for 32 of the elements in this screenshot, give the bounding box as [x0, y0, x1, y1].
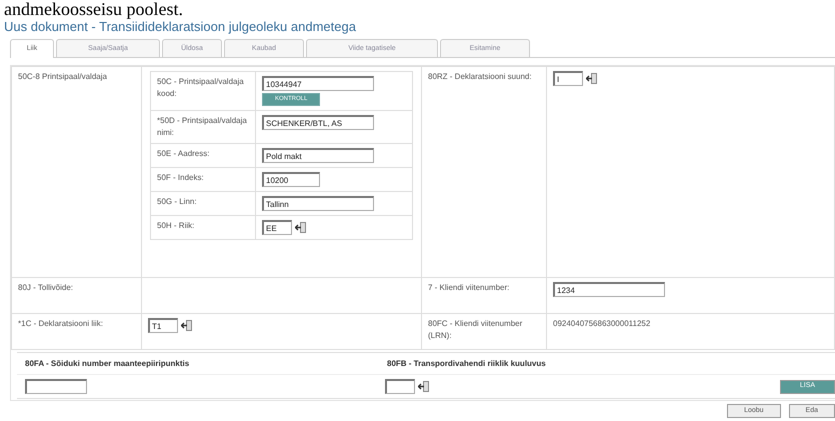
page-subtitle: Uus dokument - Transiidideklaratsioon julgeoleku andmetega	[3, 19, 357, 35]
field-label: 80FA - Sõiduki number maanteepiiripunktis	[25, 358, 190, 370]
field-label: 50F - Indeks:	[157, 173, 204, 182]
input-field[interactable]: Pold makt	[262, 148, 374, 163]
field-label: 80RZ - Deklaratsiooni suund:	[428, 72, 532, 81]
input-field[interactable]: 10200	[262, 172, 320, 187]
field-label: 80J - Tollivõide:	[18, 283, 73, 292]
arrow-box-icon[interactable]	[295, 222, 306, 233]
arrow-box-icon[interactable]	[586, 73, 597, 84]
field-label: 50E - Aadress:	[157, 149, 210, 158]
input-field[interactable]: SCHENKER/BTL, AS	[262, 115, 374, 130]
field-label: 50C - Printsipaal/valdaja kood:	[157, 77, 244, 98]
field-label: *50D - Printsipaal/valdaja nimi:	[157, 116, 247, 137]
heading: andmekoosseisu poolest.	[3, 0, 184, 19]
input-field[interactable]	[25, 379, 87, 394]
field-label: 7 - Kliendi viitenumber:	[428, 283, 510, 292]
field-label: *1C - Deklaratsiooni liik:	[18, 319, 103, 328]
field-label: 80FC - Kliendi viitenumber (LRN):	[428, 319, 522, 340]
input-field[interactable]	[385, 379, 415, 394]
input-field[interactable]: 10344947	[262, 76, 374, 91]
input-field[interactable]: T1	[148, 318, 178, 333]
input-field[interactable]: I	[553, 71, 583, 86]
input-field[interactable]: Tallinn	[262, 196, 374, 211]
field-label: 50C-8 Printsipaal/valdaja	[18, 72, 107, 81]
lrn-value: 0924040756863000011252	[553, 319, 650, 328]
arrow-box-icon[interactable]	[181, 320, 192, 331]
arrow-box-icon[interactable]	[418, 381, 429, 392]
field-label: 80FB - Transpordivahendi riiklik kuuluvus	[387, 358, 546, 370]
field-label: 50H - Riik:	[157, 221, 194, 230]
input-field[interactable]: EE	[262, 220, 292, 235]
field-label: 50G - Linn:	[157, 197, 197, 206]
input-field[interactable]: 1234	[553, 282, 665, 297]
